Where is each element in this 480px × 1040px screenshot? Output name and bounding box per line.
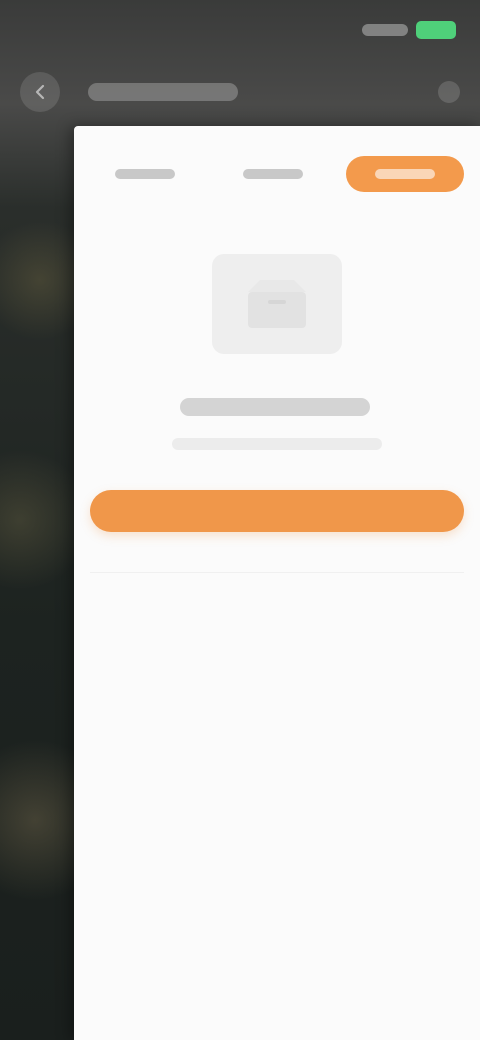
empty-state-subtitle — [172, 438, 382, 450]
more-icon[interactable] — [438, 81, 460, 103]
empty-box-icon — [248, 280, 306, 328]
back-arrow-icon — [35, 84, 45, 100]
tab-label — [375, 169, 435, 179]
divider — [90, 572, 464, 573]
tab-3-active[interactable] — [346, 156, 464, 192]
tab-1[interactable] — [90, 156, 200, 192]
tab-label — [243, 169, 303, 179]
battery-icon — [416, 21, 456, 39]
tab-bar — [90, 154, 464, 194]
status-icons — [362, 21, 456, 39]
tab-label — [115, 169, 175, 179]
top-toolbar — [0, 64, 480, 120]
page-title — [88, 83, 238, 101]
side-sheet — [74, 126, 480, 1040]
status-bar — [0, 0, 480, 60]
primary-action-button[interactable] — [90, 490, 464, 532]
tab-2[interactable] — [218, 156, 328, 192]
empty-state-illustration — [212, 254, 342, 354]
signal-icon — [362, 24, 408, 36]
back-button[interactable] — [20, 72, 60, 112]
empty-state-title — [180, 398, 370, 416]
